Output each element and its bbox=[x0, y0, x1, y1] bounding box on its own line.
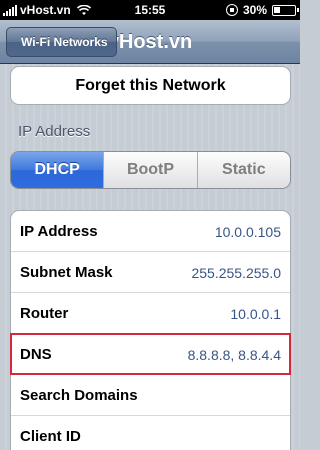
forget-network-button[interactable]: Forget this Network bbox=[10, 66, 291, 105]
row-dns[interactable]: DNS 8.8.8.8, 8.8.4.4 bbox=[11, 334, 290, 375]
row-ip-address[interactable]: IP Address 10.0.0.105 bbox=[11, 211, 290, 252]
row-router[interactable]: Router 10.0.0.1 bbox=[11, 293, 290, 334]
battery-icon bbox=[272, 4, 299, 16]
back-button[interactable]: Wi-Fi Networks bbox=[6, 27, 117, 57]
segment-bootp[interactable]: BootP bbox=[103, 152, 197, 188]
row-label: Client ID bbox=[20, 428, 81, 445]
row-value: 255.255.255.0 bbox=[191, 265, 281, 281]
segment-static[interactable]: Static bbox=[196, 152, 290, 188]
row-value: 10.0.0.1 bbox=[230, 306, 281, 322]
row-value: 10.0.0.105 bbox=[214, 224, 281, 240]
back-button-label: Wi-Fi Networks bbox=[21, 35, 108, 49]
row-search-domains[interactable]: Search Domains bbox=[11, 375, 290, 416]
row-label: Router bbox=[20, 305, 69, 322]
row-subnet-mask[interactable]: Subnet Mask 255.255.255.0 bbox=[11, 252, 290, 293]
section-header: IP Address bbox=[18, 123, 91, 140]
row-label: IP Address bbox=[20, 223, 98, 240]
segment-dhcp[interactable]: DHCP bbox=[11, 152, 104, 188]
navigation-bar: vHost.vn Wi-Fi Networks bbox=[0, 20, 300, 64]
battery-percent: 30% bbox=[242, 3, 267, 17]
row-label: DNS bbox=[20, 346, 52, 363]
row-label: Search Domains bbox=[20, 387, 138, 404]
ip-mode-segmented-control: DHCP BootP Static bbox=[10, 151, 291, 189]
row-label: Subnet Mask bbox=[20, 264, 113, 281]
row-value: 8.8.8.8, 8.8.4.4 bbox=[187, 347, 281, 363]
status-bar: vHost.vn 15:55 30% bbox=[0, 0, 300, 20]
ip-settings-table: IP Address 10.0.0.105 Subnet Mask 255.25… bbox=[10, 210, 291, 450]
rotation-lock-icon bbox=[225, 4, 238, 16]
row-client-id[interactable]: Client ID bbox=[11, 416, 290, 450]
